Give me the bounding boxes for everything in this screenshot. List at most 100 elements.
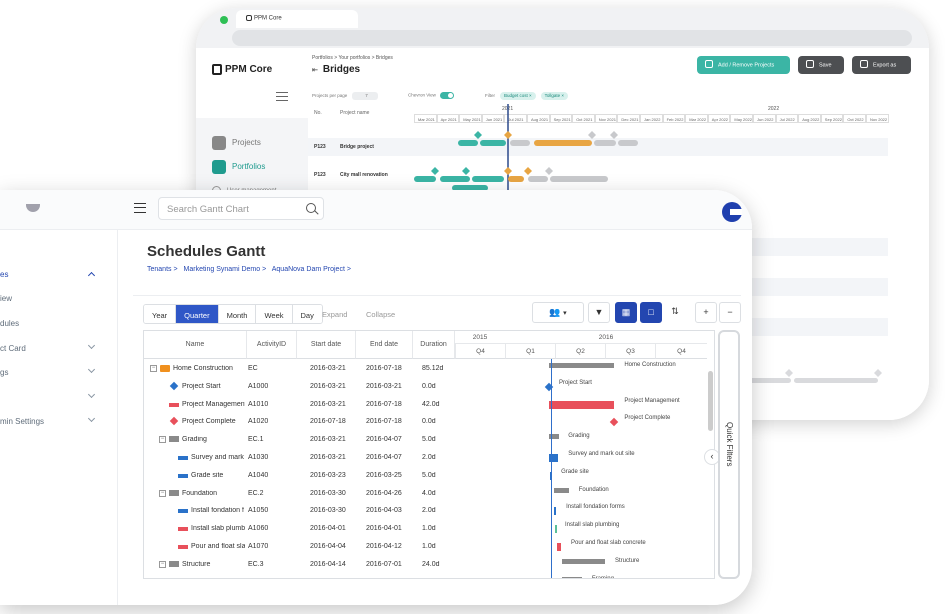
table-row[interactable]: Install fondation f A1050 2016-03-30 2016-0… — [144, 502, 454, 520]
gantt-task-bar[interactable] — [553, 507, 557, 516]
table-row[interactable]: Project Complete A1020 2016-07-18 2016-07-1… — [144, 413, 454, 431]
sidebar-item-schedules-sub[interactable]: dules — [0, 319, 19, 328]
expand-button[interactable]: Expand — [322, 310, 347, 319]
comment-button[interactable]: □ — [640, 302, 662, 323]
table-row[interactable]: Install slab plumb A1060 2016-04-01 2016-04… — [144, 520, 454, 538]
gantt-bar-label: Pour and float slab concrete — [571, 540, 646, 546]
browser-tab[interactable]: PPM Core — [236, 10, 358, 28]
task-icon — [178, 473, 188, 478]
address-bar[interactable] — [232, 30, 912, 46]
cell-name: Structure — [182, 560, 211, 568]
timeline-quarter: Q4 — [455, 344, 505, 359]
gantt-task-bar[interactable] — [556, 543, 562, 551]
breadcrumb-item[interactable]: Marketing Synami Demo > — [184, 266, 267, 273]
gantt-summary-bar[interactable] — [548, 363, 615, 368]
avatar[interactable] — [722, 202, 742, 222]
table-row[interactable]: Pour and float sla A1070 2016-04-04 2016-04… — [144, 538, 454, 556]
search-input[interactable]: Search Gantt Chart — [158, 197, 324, 220]
collapse-toggle-icon[interactable]: − — [159, 489, 166, 497]
view-mode-group: Year Quarter Month Week Day — [143, 304, 323, 324]
cell-activity-id: A1020 — [248, 418, 269, 426]
cell-end-date: 2016-03-25 — [366, 471, 402, 479]
gantt-task-bar[interactable] — [548, 400, 615, 409]
table-row[interactable]: Grade site A1040 2016-03-23 2016-03-25 5.0d — [144, 467, 454, 485]
group-by-dropdown[interactable]: 👥 ▾ — [532, 302, 584, 323]
cell-activity-id: A1000 — [248, 382, 269, 390]
gantt-summary-bar[interactable] — [553, 487, 569, 493]
cell-name: Grading — [182, 436, 207, 444]
gantt-milestone[interactable] — [610, 418, 619, 427]
chevron-down-icon[interactable] — [87, 390, 96, 399]
column-duration[interactable]: Duration — [413, 331, 455, 359]
vertical-scrollbar[interactable] — [708, 371, 713, 431]
gantt-summary-bar[interactable] — [562, 558, 605, 564]
view-week-button[interactable]: Week — [256, 305, 293, 323]
column-activity-id[interactable]: ActivityID — [247, 331, 297, 359]
table-row[interactable]: − Foundation EC.2 2016-03-30 2016-04-26 4.0d — [144, 485, 454, 503]
sidebar-item-admin-settings[interactable]: min Settings — [0, 417, 44, 426]
sidebar-item-settings[interactable]: gs — [0, 368, 8, 377]
folder-icon — [160, 365, 170, 372]
column-end-date[interactable]: End date — [356, 331, 413, 359]
chevron-down-icon[interactable] — [87, 341, 96, 350]
zoom-in-button[interactable]: + — [695, 302, 717, 323]
cell-name: Survey and mark — [191, 454, 244, 461]
milestone-diamond — [524, 167, 532, 175]
view-year-button[interactable]: Year — [144, 305, 177, 323]
cell-duration: 1.0d — [422, 525, 436, 533]
table-row[interactable]: −FramingEC.3.12016-04-142016-05-2012.0d — [144, 574, 454, 578]
table-row[interactable]: − Home Construction EC 2016-03-21 2016-07-18… — [144, 360, 454, 378]
collapse-toggle-icon[interactable]: − — [159, 560, 166, 568]
column-start-date[interactable]: Start date — [297, 331, 356, 359]
cell-start-date: 2016-03-23 — [310, 471, 346, 479]
chevron-left-icon: ‹ — [710, 451, 714, 461]
page-title: Schedules Gantt — [147, 243, 266, 260]
chevron-up-icon[interactable] — [87, 271, 96, 280]
table-row[interactable]: Project Management A1010 2016-03-21 2016-07… — [144, 396, 454, 414]
collapse-toggle-icon[interactable]: − — [159, 436, 166, 444]
window-dot-icon[interactable] — [220, 16, 228, 24]
quick-filters-label[interactable]: Quick Filters — [725, 422, 734, 466]
table-row[interactable]: − Grading EC.1 2016-03-21 2016-04-07 5.0d — [144, 431, 454, 449]
collapse-toggle-icon[interactable]: − — [150, 365, 157, 372]
task-icon — [178, 545, 188, 549]
main-content: Schedules Gantt Tenants > Marketing Syna… — [133, 234, 741, 605]
breadcrumb-item[interactable]: AquaNova Dam Project > — [272, 266, 351, 273]
grid-view-button[interactable]: ▦ — [615, 302, 637, 323]
project-bar — [534, 140, 592, 146]
milestone-icon — [169, 381, 179, 391]
cell-start-date: 2016-04-04 — [310, 543, 346, 550]
cell-duration: 5.0d — [422, 436, 436, 444]
column-name[interactable]: Name — [144, 331, 247, 359]
filter-button[interactable]: ▼ — [588, 302, 610, 323]
table-row[interactable]: Survey and mark A1030 2016-03-21 2016-04-07… — [144, 449, 454, 467]
cell-activity-id: EC.1 — [248, 436, 264, 444]
cell-end-date: 2016-04-01 — [366, 525, 402, 533]
summary-icon — [169, 436, 179, 443]
view-day-button[interactable]: Day — [292, 305, 322, 323]
cell-name: Home Construction — [173, 365, 233, 372]
gantt-bar-label: Project Management — [624, 397, 680, 404]
collapse-button[interactable]: Collapse — [366, 310, 395, 319]
gantt-task-bar[interactable] — [555, 525, 557, 534]
table-row[interactable]: Project Start A1000 2016-03-21 2016-03-21 0.… — [144, 378, 454, 396]
sidebar-item-overview[interactable]: iew — [0, 294, 12, 303]
cell-start-date: 2016-03-30 — [310, 489, 346, 497]
cell-activity-id: A1060 — [248, 525, 269, 533]
cell-end-date: 2016-04-03 — [366, 507, 402, 515]
sidebar-item-schedules[interactable]: es — [0, 270, 8, 279]
swap-button[interactable]: ⇅ — [664, 302, 686, 323]
view-quarter-button[interactable]: Quarter — [176, 305, 219, 323]
chevron-down-icon[interactable] — [87, 365, 96, 374]
view-month-button[interactable]: Month — [218, 305, 257, 323]
gantt-summary-bar[interactable] — [562, 576, 582, 578]
gantt-bar-label: Install slab plumbing — [565, 522, 620, 529]
zoom-out-button[interactable]: − — [719, 302, 741, 323]
sidebar-item-project-card[interactable]: ct Card — [0, 344, 26, 353]
breadcrumb-item[interactable]: Tenants > — [147, 266, 178, 273]
menu-icon[interactable] — [134, 203, 146, 213]
cell-start-date: 2016-03-21 — [310, 365, 346, 372]
chevron-down-icon[interactable] — [87, 414, 96, 423]
search-icon[interactable] — [306, 203, 316, 213]
table-row[interactable]: − Structure EC.3 2016-04-14 2016-07-01 24.0d — [144, 556, 454, 574]
